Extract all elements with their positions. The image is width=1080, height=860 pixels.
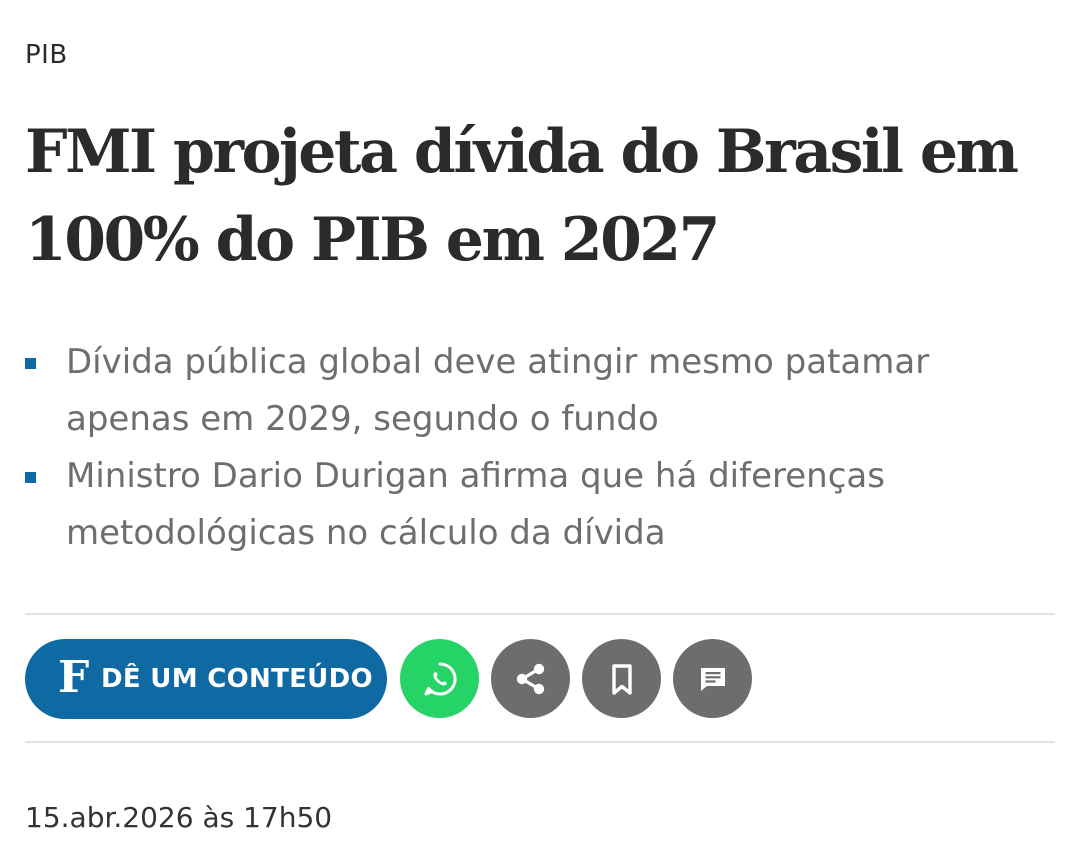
bullet-square-icon <box>25 472 36 483</box>
bookmark-button[interactable] <box>582 639 661 718</box>
gift-content-label: DÊ UM CONTEÚDO <box>101 664 373 694</box>
section-kicker[interactable]: PIB <box>25 40 68 70</box>
comment-icon <box>700 667 725 691</box>
bookmark-icon <box>611 663 632 695</box>
share-icon <box>516 663 544 694</box>
article-headline: FMI projeta dívida do Brasil em 100% do … <box>25 117 1019 275</box>
summary-bullet-item: Ministro Dario Durigan afirma que há dif… <box>25 448 1035 562</box>
share-button[interactable] <box>491 639 570 718</box>
summary-bullet-item: Dívida pública global deve atingir mesmo… <box>25 334 1035 448</box>
bullet-square-icon <box>25 358 36 369</box>
comments-button[interactable] <box>673 639 752 718</box>
summary-bullet-text: Ministro Dario Durigan afirma que há dif… <box>66 456 885 553</box>
divider <box>25 613 1055 615</box>
summary-bullets: Dívida pública global deve atingir mesmo… <box>25 334 1035 562</box>
whatsapp-icon <box>424 661 457 695</box>
folha-logo-icon: F <box>58 652 90 703</box>
gift-content-button[interactable]: F DÊ UM CONTEÚDO <box>25 639 387 719</box>
publish-timestamp: 15.abr.2026 às 17h50 <box>25 801 333 834</box>
summary-bullet-text: Dívida pública global deve atingir mesmo… <box>66 342 930 439</box>
divider <box>25 741 1055 743</box>
whatsapp-share-button[interactable] <box>400 639 479 718</box>
